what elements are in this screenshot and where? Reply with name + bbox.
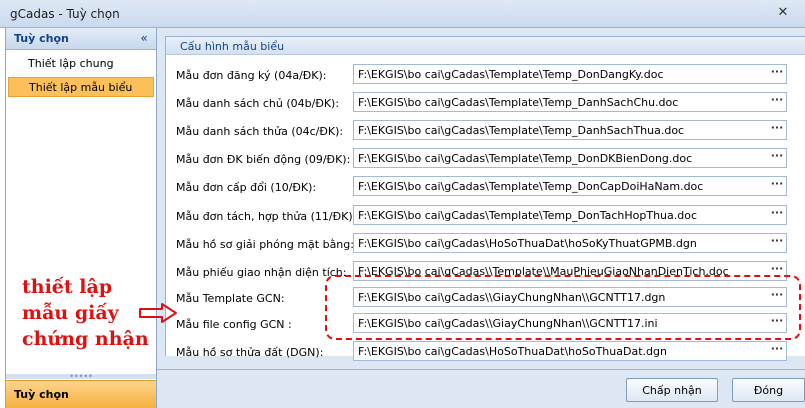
group-title: Cấu hình mẫu biểu	[180, 40, 285, 53]
template-row-label: Mẫu đơn tách, hợp thửa (11/ĐK):	[176, 210, 357, 223]
close-icon[interactable]: ✕	[772, 4, 794, 22]
template-path-value: F:\EKGIS\bo cai\gCadas\Template\Temp_Don…	[358, 209, 698, 222]
browse-icon[interactable]: ···	[768, 149, 786, 167]
template-row-label: Mẫu đơn ĐK biến động (09/ĐK):	[176, 153, 351, 166]
close-button[interactable]: Đóng	[732, 378, 805, 402]
template-path-value: F:\EKGIS\bo cai\gCadas\Template\Temp_Dan…	[358, 96, 679, 109]
browse-icon[interactable]: ···	[768, 93, 786, 111]
template-path-input[interactable]: F:\EKGIS\bo cai\gCadas\Template\Temp_Dan…	[353, 120, 787, 140]
template-path-input[interactable]: F:\EKGIS\bo cai\gCadas\Template\Temp_Dan…	[353, 92, 787, 112]
sidebar-item-general[interactable]: Thiết lập chung	[8, 54, 154, 74]
button-bar: Chấp nhận Đóng	[157, 369, 805, 408]
template-path-input[interactable]: F:\EKGIS\bo cai\gCadas\Template\Temp_Don…	[353, 148, 787, 168]
template-path-input[interactable]: F:\EKGIS\bo cai\gCadas\HoSoThuaDat\hoSoK…	[353, 233, 787, 253]
browse-icon[interactable]: ···	[768, 177, 786, 195]
template-row-label: Mẫu danh sách thửa (04c/ĐK):	[176, 125, 344, 138]
template-path-value: F:\EKGIS\bo cai\gCadas\HoSoThuaDat\hoSoT…	[358, 345, 667, 358]
sidebar-header: Tuỳ chọn «	[6, 28, 156, 50]
template-row-label: Mẫu đơn đăng ký (04a/ĐK):	[176, 69, 327, 82]
browse-icon[interactable]: ···	[768, 65, 786, 83]
template-path-input[interactable]: F:\EKGIS\bo cai\gCadas\HoSoThuaDat\hoSoT…	[353, 341, 787, 361]
sidebar-footer-tab[interactable]: Tuỳ chọn	[6, 380, 156, 408]
template-path-value: F:\EKGIS\bo cai\gCadas\Template\Temp_Dan…	[358, 124, 685, 137]
template-path-input[interactable]: F:\EKGIS\bo cai\gCadas\Template\Temp_Don…	[353, 64, 787, 84]
sidebar-footer-label: Tuỳ chọn	[14, 388, 69, 401]
annotation-highlight-box	[325, 275, 801, 340]
template-path-input[interactable]: F:\EKGIS\bo cai\gCadas\Template\Temp_Don…	[353, 205, 787, 225]
template-row-label: Mẫu đơn cấp đổi (10/ĐK):	[176, 181, 317, 194]
title-bar: gCadas - Tuỳ chọn ✕	[0, 0, 805, 28]
browse-icon[interactable]: ···	[768, 342, 786, 360]
template-row-label: Mẫu phiếu giao nhận diện tích:	[176, 266, 347, 279]
sidebar: Tuỳ chọn « Thiết lập chung Thiết lập mẫu…	[5, 28, 157, 408]
template-row-label: Mẫu Template GCN:	[176, 292, 285, 305]
main-panel: Cấu hình mẫu biểu Mẫu đơn đăng ký (04a/Đ…	[157, 28, 805, 408]
template-path-value: F:\EKGIS\bo cai\gCadas\Template\Temp_Don…	[358, 68, 664, 81]
sidebar-splitter-grip[interactable]: •••••	[6, 373, 156, 381]
annotation-arrow-icon	[139, 303, 177, 323]
sidebar-header-label: Tuỳ chọn	[14, 32, 69, 45]
group-header: Cấu hình mẫu biểu	[166, 37, 805, 55]
template-path-value: F:\EKGIS\bo cai\gCadas\Template\Temp_Don…	[358, 180, 704, 193]
annotation-line-2: mẫu giấy	[22, 302, 119, 324]
template-path-input[interactable]: F:\EKGIS\bo cai\gCadas\Template\Temp_Don…	[353, 176, 787, 196]
template-row-label: Mẫu file config GCN :	[176, 318, 292, 331]
sidebar-item-templates[interactable]: Thiết lập mẫu biểu	[8, 77, 154, 97]
template-row-label: Mẫu danh sách chủ (04b/ĐK):	[176, 97, 340, 110]
template-row-label: Mẫu hồ sơ giải phóng mặt bằng:	[176, 238, 354, 251]
window-title: gCadas - Tuỳ chọn	[10, 7, 120, 21]
template-path-value: F:\EKGIS\bo cai\gCadas\HoSoThuaDat\hoSoK…	[358, 237, 697, 250]
collapse-icon[interactable]: «	[136, 30, 152, 46]
ok-button[interactable]: Chấp nhận	[626, 378, 718, 402]
template-path-value: F:\EKGIS\bo cai\gCadas\Template\Temp_Don…	[358, 152, 693, 165]
browse-icon[interactable]: ···	[768, 234, 786, 252]
annotation-line-1: thiết lập	[22, 276, 113, 298]
browse-icon[interactable]: ···	[768, 121, 786, 139]
browse-icon[interactable]: ···	[768, 206, 786, 224]
template-row-label: Mẫu hồ sơ thửa đất (DGN):	[176, 346, 324, 359]
annotation-line-3: chứng nhận	[22, 328, 149, 350]
